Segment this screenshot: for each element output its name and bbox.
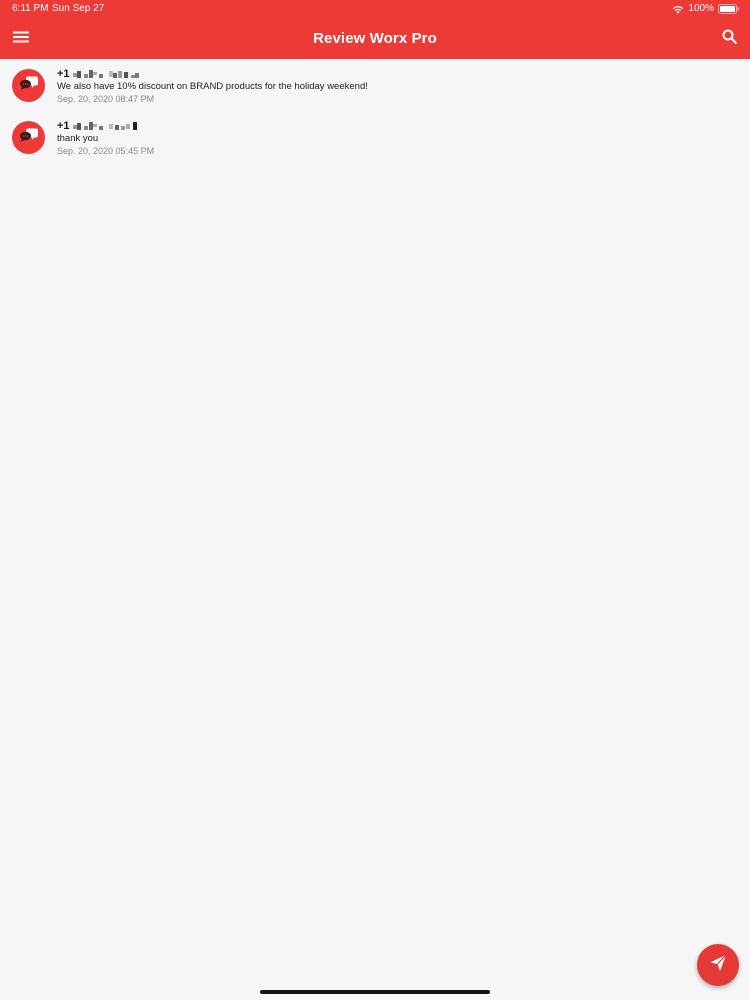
status-time: 6:11 PM bbox=[12, 3, 49, 14]
conversation-list: +1 We also have 10% discount on BRAND pr… bbox=[0, 59, 750, 163]
contact-phone: +1 bbox=[57, 68, 730, 81]
search-button[interactable] bbox=[718, 28, 740, 50]
conversation-text: +1 thank you Sep. 20, 2020 05:45 PM bbox=[57, 120, 730, 157]
status-indicators: 100% bbox=[672, 0, 740, 18]
search-icon bbox=[722, 29, 737, 49]
redacted-phone-number bbox=[71, 70, 141, 79]
status-date: Sun Sep 27 bbox=[52, 3, 105, 14]
send-icon bbox=[709, 954, 727, 977]
chat-bubbles-icon bbox=[19, 127, 39, 148]
battery-icon bbox=[718, 4, 740, 14]
chat-bubbles-icon bbox=[19, 75, 39, 96]
app-title: Review Worx Pro bbox=[313, 30, 437, 47]
battery-percent: 100% bbox=[688, 3, 714, 14]
wifi-icon bbox=[672, 5, 684, 14]
message-timestamp: Sep. 20, 2020 08:47 PM bbox=[57, 94, 155, 104]
status-bar: 6:11 PM Sun Sep 27 100% bbox=[0, 0, 750, 18]
avatar bbox=[12, 69, 45, 102]
phone-prefix: +1 bbox=[57, 68, 70, 80]
list-item[interactable]: +1 thank you Sep. 20, 2020 05:45 PM bbox=[0, 111, 750, 163]
list-item[interactable]: +1 We also have 10% discount on BRAND pr… bbox=[0, 59, 750, 111]
app-header: 6:11 PM Sun Sep 27 100% Review Worx Pro bbox=[0, 0, 750, 59]
redacted-phone-number bbox=[71, 122, 141, 131]
message-preview: We also have 10% discount on BRAND produ… bbox=[57, 81, 368, 92]
nav-bar: Review Worx Pro bbox=[0, 20, 750, 58]
contact-phone: +1 bbox=[57, 120, 730, 133]
conversation-text: +1 We also have 10% discount on BRAND pr… bbox=[57, 68, 730, 105]
home-indicator bbox=[260, 990, 490, 994]
avatar bbox=[12, 121, 45, 154]
phone-prefix: +1 bbox=[57, 120, 70, 132]
message-preview: thank you bbox=[57, 133, 99, 144]
compose-button[interactable] bbox=[697, 944, 739, 986]
message-timestamp: Sep. 20, 2020 05:45 PM bbox=[57, 146, 155, 156]
